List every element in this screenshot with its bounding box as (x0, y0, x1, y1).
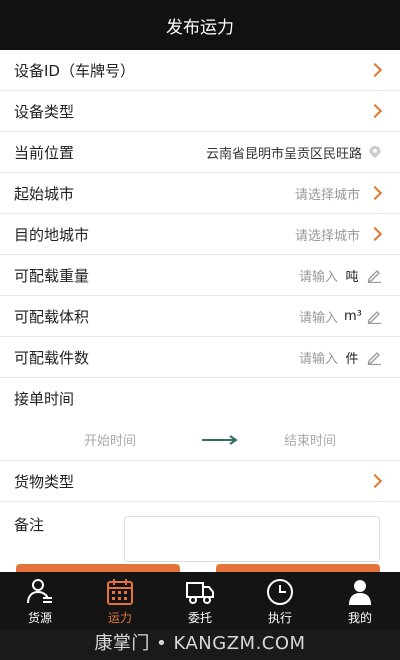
truck-icon (186, 582, 214, 604)
cargo-type-row[interactable]: 货物类型 (0, 461, 400, 502)
watermark: 康掌门 • KANGZM.COM (94, 633, 306, 654)
pieces-row: 可配载件数 请输入 件 (0, 337, 400, 378)
device-type-label: 设备类型 (14, 102, 75, 121)
current-location-value: 云南省昆明市呈贡区民旺路 (205, 146, 362, 162)
start-city-row[interactable]: 起始城市 请选择城市 (0, 173, 400, 214)
person-icon (349, 580, 371, 605)
clock-icon (267, 579, 293, 605)
remark-row: 备注 (0, 502, 400, 572)
pencil-icon (367, 270, 381, 283)
chevron-right-icon (367, 473, 383, 489)
volume-input[interactable]: 请输入 (89, 307, 344, 326)
calendar-icon (107, 579, 133, 605)
chevron-right-icon (367, 185, 383, 201)
destination-city-row[interactable]: 目的地城市 请选择城市 (0, 214, 400, 255)
chevron-right-icon (367, 62, 383, 78)
location-pin-icon[interactable] (368, 145, 382, 159)
arrow-right-icon (202, 434, 238, 445)
chevron-right-icon (367, 103, 383, 119)
device-id-row[interactable]: 设备ID（车牌号） (0, 50, 400, 91)
cargo-type-label: 货物类型 (14, 472, 75, 491)
destination-city-label: 目的地城市 (14, 225, 90, 244)
action-button-left[interactable] (16, 564, 180, 572)
start-city-value: 请选择城市 (294, 187, 360, 203)
pieces-unit: 件 (345, 351, 359, 367)
page-title: 发布运力 (166, 17, 234, 38)
end-time-field[interactable]: 结束时间 (240, 430, 400, 449)
start-city-label: 起始城市 (14, 184, 75, 203)
pieces-label: 可配载件数 (14, 348, 90, 367)
pencil-icon (367, 352, 381, 365)
pencil-icon (367, 311, 381, 324)
volume-label: 可配载体积 (14, 307, 90, 326)
device-type-row[interactable]: 设备类型 (0, 91, 400, 132)
volume-row: 可配载体积 请输入 m³ (0, 296, 400, 337)
weight-row: 可配载重量 请输入 吨 (0, 255, 400, 296)
start-time-field[interactable]: 开始时间 (0, 430, 200, 449)
weight-input[interactable]: 请输入 (89, 266, 344, 285)
page-header: 发布运力 (0, 0, 400, 50)
weight-label: 可配载重量 (14, 266, 90, 285)
current-location-row[interactable]: 当前位置 云南省昆明市呈贡区民旺路 (0, 132, 400, 173)
order-time-label: 接单时间 (14, 390, 75, 408)
weight-unit: 吨 (345, 269, 359, 285)
tab-capacity[interactable]: 运力 (80, 572, 160, 630)
tab-entrust[interactable]: 委托 (160, 572, 240, 630)
action-button-right[interactable] (216, 564, 380, 572)
remark-textarea[interactable] (124, 516, 380, 562)
chevron-right-icon (367, 226, 383, 242)
tab-execute[interactable]: 执行 (240, 572, 320, 630)
current-location-label: 当前位置 (14, 143, 75, 162)
destination-city-value: 请选择城市 (294, 228, 360, 244)
tab-cargo-source[interactable]: 货源 (0, 572, 80, 630)
bottom-tab-bar: 货源 运力 委托 执行 我的 (0, 572, 400, 630)
volume-unit: m³ (344, 308, 362, 324)
time-range-row: 开始时间 结束时间 (0, 419, 400, 461)
order-time-row: 接单时间 (0, 378, 400, 419)
pieces-input[interactable]: 请输入 (89, 348, 344, 367)
remark-label: 备注 (14, 516, 45, 534)
tab-mine[interactable]: 我的 (320, 572, 400, 630)
action-buttons (0, 564, 400, 572)
device-id-label: 设备ID（车牌号） (14, 61, 135, 80)
user-icon (27, 579, 52, 604)
form-content: 设备ID（车牌号） 设备类型 当前位置 云南省昆明市呈贡区民旺路 起始城市 请选… (0, 50, 400, 572)
